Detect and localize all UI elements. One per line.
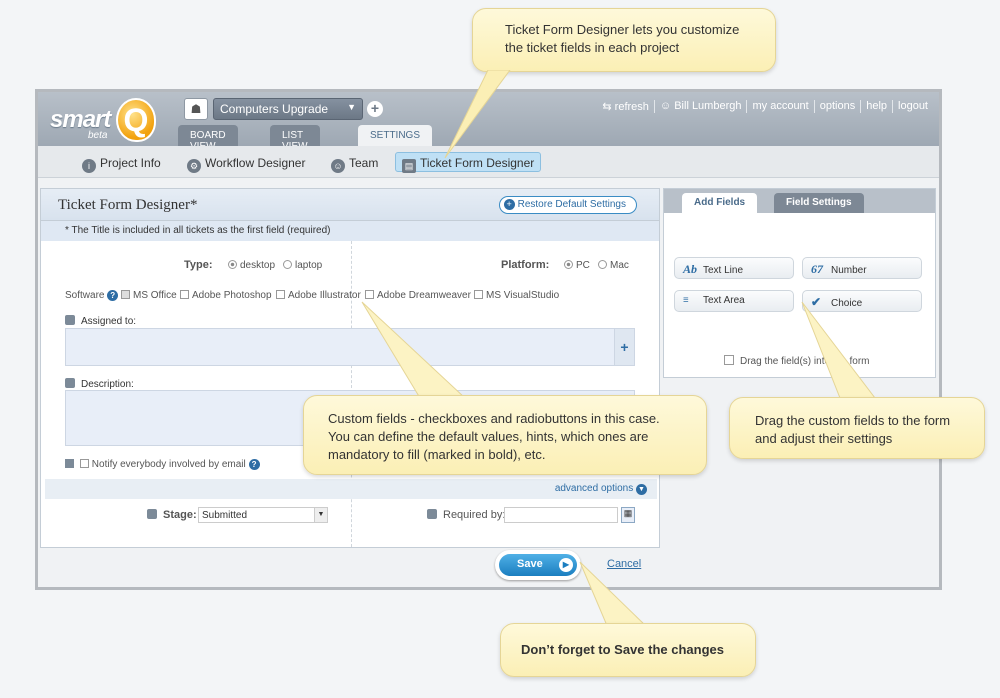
info-icon: i	[82, 159, 96, 173]
page-title: Ticket Form Designer*	[58, 197, 198, 213]
callout-middle-text: Custom fields - checkboxes and radiobutt…	[328, 411, 660, 462]
type-label: Type:	[184, 259, 213, 271]
platform-mac-radio[interactable]: Mac	[598, 260, 629, 271]
plus-icon: +	[503, 199, 515, 210]
field-handle-icon	[427, 509, 437, 519]
field-handle-icon	[65, 378, 75, 388]
add-number-button[interactable]: 67 Number	[802, 257, 922, 279]
text-line-icon: Ab	[683, 262, 698, 276]
callout-bottom: Don’t forget to Save the changes	[500, 623, 756, 677]
restore-defaults-button[interactable]: + Restore Default Settings	[498, 196, 637, 214]
refresh-link[interactable]: ⇆ refresh	[597, 100, 654, 113]
callout-top: Ticket Form Designer lets you customize …	[472, 8, 776, 72]
assigned-to-label: Assigned to:	[65, 315, 136, 327]
field-handle-icon	[65, 315, 75, 325]
chevron-down-icon: ▼	[314, 508, 327, 522]
logo-q-icon: Q	[116, 98, 156, 142]
platform-pc-radio[interactable]: PC	[564, 260, 590, 271]
help-link[interactable]: help	[860, 100, 892, 113]
logout-link[interactable]: logout	[892, 100, 933, 113]
callout-right: Drag the custom fields to the form and a…	[729, 397, 985, 459]
stage-label: Stage:	[147, 509, 197, 521]
field-handle-icon	[147, 509, 157, 519]
callout-middle: Custom fields - checkboxes and radiobutt…	[303, 395, 707, 475]
subnav-team[interactable]: ☺ Team	[325, 153, 384, 173]
right-panel-tabs: Add Fields Field Settings	[664, 189, 935, 213]
callout-bottom-tail	[579, 561, 650, 629]
advanced-options-link[interactable]: advanced options ▼	[45, 479, 657, 499]
help-icon: ?	[107, 290, 119, 301]
assigned-to-input[interactable]: +	[65, 328, 635, 366]
platform-label: Platform:	[501, 259, 550, 271]
help-icon: ?	[248, 459, 260, 470]
form-icon: ▤	[402, 159, 416, 173]
form-designer-panel: Ticket Form Designer* + Restore Default S…	[40, 188, 660, 548]
chevron-down-icon: ▼	[347, 102, 356, 112]
arrow-right-icon: ▶	[559, 558, 573, 572]
tab-board-view[interactable]: BOARD VIEW	[178, 125, 238, 152]
required-by-input[interactable]	[504, 507, 618, 523]
title-note: * The Title is included in all tickets a…	[41, 221, 659, 241]
software-visualstudio-checkbox[interactable]: MS VisualStudio	[474, 290, 559, 301]
team-icon: ☺	[331, 159, 345, 173]
type-desktop-radio[interactable]: desktop	[228, 260, 275, 271]
project-select[interactable]: Computers Upgrade ▼	[213, 98, 363, 120]
callout-middle-tail	[361, 301, 467, 399]
project-select-value: Computers Upgrade	[220, 102, 329, 116]
logo[interactable]: smart beta Q	[50, 98, 160, 144]
stage-select[interactable]: Submitted ▼	[198, 507, 328, 523]
number-icon: 67	[811, 262, 823, 276]
drag-icon	[724, 355, 734, 365]
software-label: Software ?	[65, 290, 119, 301]
callout-top-text: Ticket Form Designer lets you customize …	[505, 22, 740, 55]
save-button[interactable]: Save ▶	[499, 554, 577, 576]
user-link[interactable]: ☺ Bill Lumbergh	[653, 100, 747, 113]
options-link[interactable]: options	[813, 100, 860, 113]
software-illustrator-checkbox[interactable]: Adobe Illustrator	[276, 290, 361, 301]
add-project-button[interactable]: +	[367, 101, 383, 117]
form-header: Ticket Form Designer* + Restore Default S…	[41, 189, 659, 221]
notify-checkbox[interactable]: Notify everybody involved by email ?	[65, 459, 260, 470]
project-avatar-icon[interactable]: ☗	[184, 98, 208, 120]
chevron-down-icon: ▼	[636, 484, 647, 495]
type-laptop-radio[interactable]: laptop	[283, 260, 322, 271]
top-links: ⇆ refresh ☺ Bill Lumbergh my account opt…	[597, 100, 933, 113]
save-container: Save ▶	[495, 550, 581, 580]
required-by-label: Required by:	[427, 509, 505, 521]
logo-beta: beta	[88, 130, 108, 141]
callout-right-text: Drag the custom fields to the form and a…	[755, 413, 951, 446]
my-account-link[interactable]: my account	[746, 100, 813, 113]
calendar-icon[interactable]: ▦	[621, 507, 635, 523]
subnav-workflow-designer[interactable]: ⚙ Workflow Designer	[181, 153, 311, 173]
tab-field-settings[interactable]: Field Settings	[774, 193, 864, 213]
software-ms-office-checkbox[interactable]: MS Office	[121, 290, 177, 301]
gear-icon: ⚙	[187, 159, 201, 173]
callout-right-tail	[801, 301, 877, 399]
add-text-line-button[interactable]: Ab Text Line	[674, 257, 794, 279]
callout-bottom-text: Don’t forget to Save the changes	[521, 642, 724, 657]
tab-add-fields[interactable]: Add Fields	[682, 193, 758, 213]
callout-top-tail	[444, 70, 511, 159]
text-area-icon: ≡	[683, 295, 689, 306]
add-assignee-button[interactable]: +	[614, 329, 634, 365]
tab-settings[interactable]: SETTINGS	[358, 125, 433, 146]
add-text-area-button[interactable]: ≡ Text Area	[674, 290, 794, 312]
tab-list-view[interactable]: LIST VIEW	[270, 125, 320, 152]
description-label: Description:	[65, 378, 134, 390]
subnav-project-info[interactable]: i Project Info	[76, 153, 167, 173]
software-photoshop-checkbox[interactable]: Adobe Photoshop	[180, 290, 272, 301]
